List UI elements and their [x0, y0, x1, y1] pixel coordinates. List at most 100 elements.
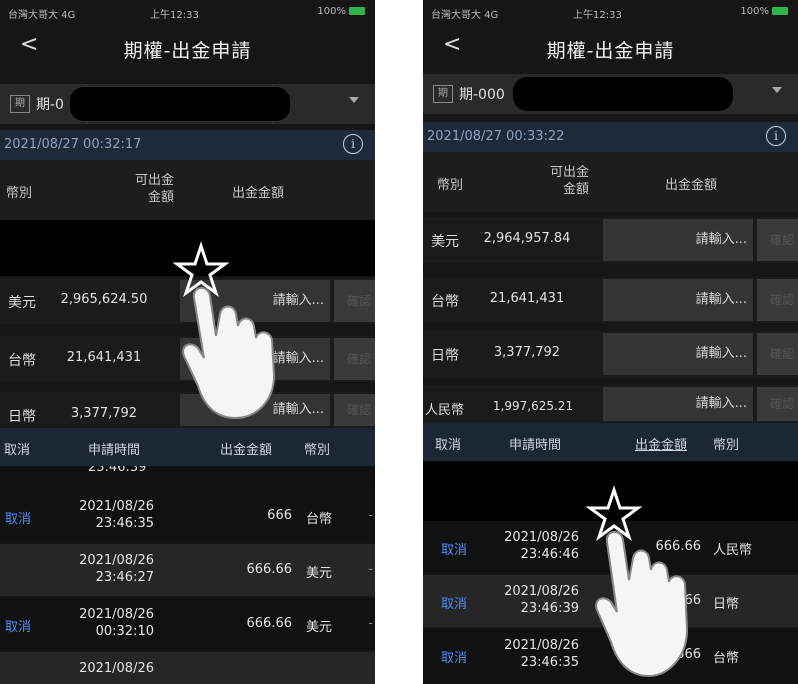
- cancel-link[interactable]: 取消: [441, 647, 467, 666]
- history-time: 23:46:35: [520, 655, 579, 670]
- battery-icon: [349, 7, 365, 15]
- balance-column-header: 幣別 可出金 金額 出金金額: [423, 152, 798, 212]
- nav-header: < 期權-出金申請: [423, 24, 798, 68]
- confirm-button[interactable]: 確認: [757, 333, 798, 375]
- hist-col-currency: 幣別: [713, 438, 740, 453]
- cancel-link[interactable]: 取消: [441, 593, 467, 612]
- hist-col-time: 申請時間: [509, 438, 562, 453]
- balance-column-header: 幣別 可出金 金額 出金金額: [0, 160, 375, 220]
- history-currency: 台幣: [713, 651, 740, 666]
- cancel-link[interactable]: 取消: [441, 539, 467, 558]
- history-row-partial: 23:46:39: [0, 466, 375, 490]
- row-available: 21,641,431: [66, 350, 142, 365]
- history-currency: 日幣: [713, 597, 740, 612]
- col-withdraw: 出金金額: [232, 186, 285, 201]
- row-currency: 台幣: [431, 294, 459, 310]
- withdraw-amount-input[interactable]: 請輸入...: [603, 279, 753, 321]
- withdraw-amount-input[interactable]: 請輸入...: [603, 387, 753, 421]
- hist-col-amount[interactable]: 出金金額: [635, 434, 687, 453]
- row-currency: 日幣: [8, 409, 36, 425]
- history-time: 23:46:35: [95, 516, 154, 531]
- confirm-button[interactable]: 確認: [757, 387, 798, 421]
- history-date: 2021/08/26: [504, 584, 579, 599]
- withdraw-amount-input[interactable]: 請輸入...: [603, 333, 753, 375]
- account-tag: 期: [10, 95, 30, 113]
- battery-indicator: 100%: [740, 6, 788, 17]
- row-currency: 台幣: [8, 353, 36, 369]
- account-number: 期-000: [459, 87, 505, 103]
- history-datetime: 2021/08/26 23:46:35: [487, 637, 579, 671]
- chevron-down-icon: [772, 87, 782, 93]
- confirm-button[interactable]: 確認: [334, 338, 375, 380]
- history-date: 2021/08/26: [79, 661, 154, 676]
- clock: 上午12:33: [573, 10, 622, 21]
- history-row: 2021/08/26 23:46:27 666.66 美元 -: [0, 544, 375, 596]
- row-currency: 日幣: [431, 348, 459, 364]
- row-edge-marker: -: [368, 508, 373, 523]
- nav-header: < 期權-出金申請: [0, 24, 375, 68]
- history-currency: 人民幣: [713, 543, 753, 558]
- history-currency: 美元: [306, 620, 333, 635]
- row-currency: 美元: [431, 234, 459, 250]
- col-available: 可出金 金額: [549, 165, 589, 197]
- row-available: 1,997,625.21: [492, 399, 574, 413]
- battery-level: 100%: [317, 6, 346, 17]
- info-icon[interactable]: i: [343, 134, 363, 154]
- balance-row: 人民幣 1,997,625.21 請輸入... 確認: [423, 385, 798, 423]
- history-time: 00:32:10: [95, 624, 154, 639]
- balance-row: 台幣 21,641,431 請輸入... 確認: [423, 277, 798, 323]
- history-date: 2021/08/26: [504, 638, 579, 653]
- history-datetime: 2021/08/26 23:46:46: [487, 529, 579, 563]
- account-selector[interactable]: 期 期-0: [0, 84, 375, 124]
- redaction-mask: [513, 77, 733, 111]
- history-time: 23:46:46: [520, 547, 579, 562]
- history-date: 2021/08/26: [79, 607, 154, 622]
- status-bar: 台灣大哥大 4G 上午12:33 100%: [423, 0, 798, 24]
- history-date: 2021/08/26: [79, 499, 154, 514]
- info-icon[interactable]: i: [766, 126, 786, 146]
- history-currency: 美元: [306, 566, 333, 581]
- col-available: 可出金 金額: [134, 173, 174, 205]
- battery-indicator: 100%: [317, 6, 365, 17]
- clock: 上午12:33: [150, 10, 199, 21]
- history-header: 取消 申請時間 出金金額 幣別: [423, 423, 798, 461]
- confirm-button[interactable]: 確認: [757, 219, 798, 261]
- account-selector[interactable]: 期 期-000: [423, 74, 798, 114]
- confirm-button[interactable]: 確認: [334, 394, 375, 426]
- page-title: 期權-出金申請: [546, 40, 675, 62]
- timestamp-bar: 2021/08/27 00:32:17 i: [0, 130, 375, 160]
- history-row: 取消 2021/08/26 23:46:35 666 台幣 -: [0, 490, 375, 542]
- tap-gesture-hand-icon: [172, 241, 276, 420]
- account-tag: 期: [433, 85, 453, 103]
- row-available: 3,377,792: [70, 406, 138, 421]
- confirm-button[interactable]: 確認: [334, 280, 375, 322]
- chevron-down-icon: [349, 97, 359, 103]
- account-number: 期-0: [36, 97, 64, 113]
- right-screen: 台灣大哥大 4G 上午12:33 100% < 期權-出金申請 期 期-000 …: [423, 0, 798, 684]
- row-edge-marker: -: [368, 616, 373, 631]
- history-amount: 666.66: [246, 616, 293, 631]
- balance-row: 日幣 3,377,792 請輸入... 確認: [423, 331, 798, 377]
- history-amount: 666.66: [246, 562, 293, 577]
- history-header: 取消 申請時間 出金金額 幣別: [0, 428, 375, 466]
- status-bar: 台灣大哥大 4G 上午12:33 100%: [0, 0, 375, 24]
- timestamp: 2021/08/27 00:33:22: [427, 129, 565, 144]
- col-currency: 幣別: [6, 186, 33, 201]
- tap-gesture-hand-icon: [585, 485, 689, 678]
- col-currency: 幣別: [437, 178, 464, 193]
- history-datetime: 2021/08/26: [62, 660, 154, 677]
- row-currency: 人民幣: [425, 403, 465, 418]
- history-time: 23:46:39: [88, 466, 147, 475]
- confirm-button[interactable]: 確認: [757, 279, 798, 321]
- history-datetime: 2021/08/26 23:46:27: [62, 552, 154, 586]
- withdraw-amount-input[interactable]: 請輸入...: [603, 219, 753, 261]
- hist-col-amount: 出金金額: [220, 443, 273, 458]
- cancel-link[interactable]: 取消: [5, 616, 31, 635]
- hist-col-cancel: 取消: [435, 438, 462, 453]
- carrier-label: 台灣大哥大 4G: [8, 10, 76, 21]
- carrier-label: 台灣大哥大 4G: [431, 10, 499, 21]
- cancel-link[interactable]: 取消: [5, 508, 31, 527]
- history-date: 2021/08/26: [504, 530, 579, 545]
- left-screen: 台灣大哥大 4G 上午12:33 100% < 期權-出金申請 期 期-0 20…: [0, 0, 375, 684]
- hist-col-time: 申請時間: [88, 443, 141, 458]
